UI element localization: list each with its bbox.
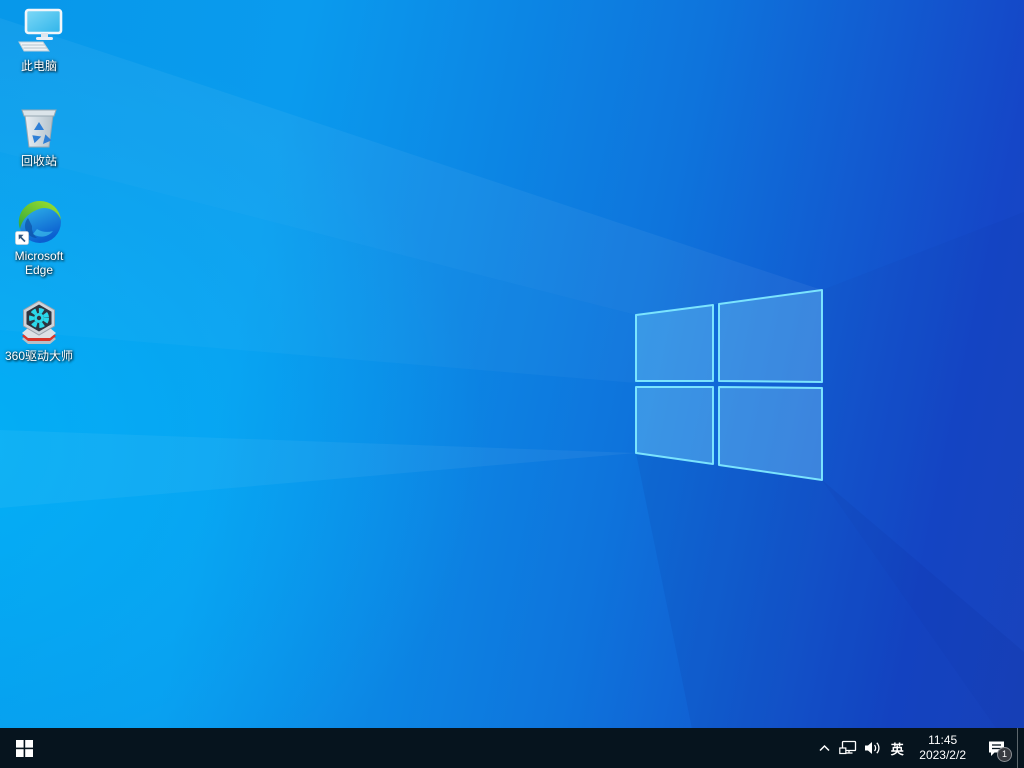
hidden-icons-button[interactable] [812, 728, 836, 768]
desktop-icon-microsoft-edge[interactable]: Microsoft Edge [2, 198, 76, 277]
desktop-icon-360-driver-master[interactable]: 360驱动大师 [2, 298, 76, 363]
this-pc-icon [15, 8, 63, 56]
desktop-icon-label: 360驱动大师 [4, 349, 74, 363]
desktop-background: 此电脑 回收站 Microsoft Edge 360驱动大师 英 11:45 2… [0, 0, 1024, 768]
desktop-icon-this-pc[interactable]: 此电脑 [2, 8, 76, 73]
taskbar-clock[interactable]: 11:45 2023/2/2 [910, 728, 975, 768]
windows-start-icon [15, 739, 33, 757]
volume-button[interactable] [860, 728, 884, 768]
network-button[interactable] [836, 728, 860, 768]
edge-icon [15, 198, 63, 246]
network-ethernet-icon [839, 740, 857, 755]
volume-icon [864, 742, 880, 754]
action-center-button[interactable]: 1 [975, 728, 1017, 768]
ime-indicator[interactable]: 英 [884, 728, 910, 768]
system-tray: 英 11:45 2023/2/2 1 [812, 728, 1024, 768]
360-driver-master-icon [15, 298, 63, 346]
wallpaper-windows-logo [0, 18, 1024, 768]
start-button[interactable] [0, 728, 48, 768]
clock-date: 2023/2/2 [919, 748, 966, 762]
notification-badge: 1 [997, 747, 1012, 762]
desktop-icon-label: Microsoft Edge [14, 249, 64, 277]
desktop-icon-label: 回收站 [20, 154, 57, 168]
desktop-icon-label: 此电脑 [20, 59, 57, 73]
shortcut-arrow-icon [15, 231, 29, 245]
clock-time: 11:45 [928, 733, 958, 747]
taskbar: 英 11:45 2023/2/2 1 [0, 728, 1024, 768]
show-desktop-button[interactable] [1017, 728, 1024, 768]
recycle-bin-icon [15, 103, 63, 151]
chevron-up-icon [819, 744, 830, 751]
taskbar-empty-area [48, 728, 812, 768]
desktop-icon-recycle-bin[interactable]: 回收站 [2, 103, 76, 168]
